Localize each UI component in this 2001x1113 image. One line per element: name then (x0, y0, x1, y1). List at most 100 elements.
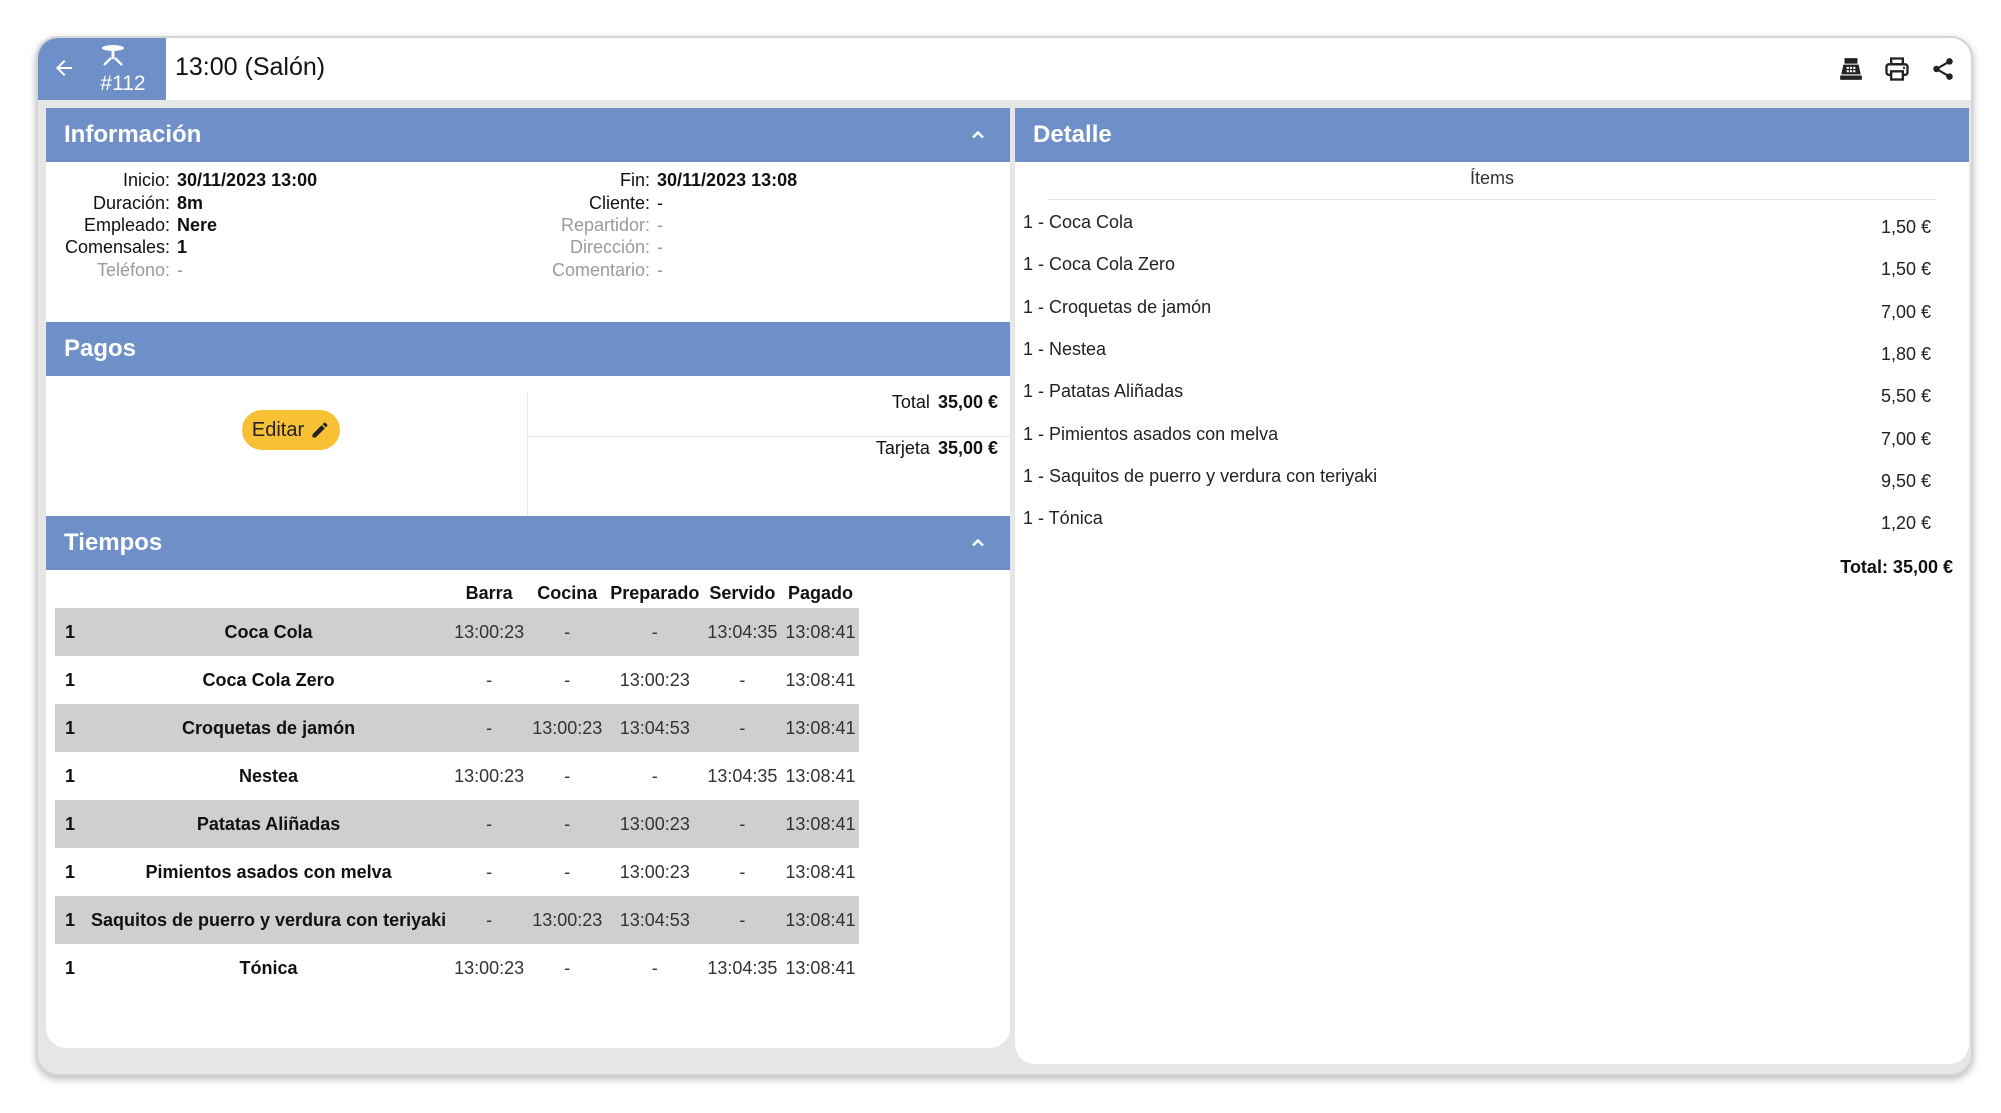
row-time: 13:04:35 (707, 765, 778, 786)
info-value: - (657, 260, 663, 280)
payment-card: Tarjeta 35,00 € (876, 438, 998, 459)
info-label: Dirección: (569, 237, 650, 257)
table-row: 1 Nestea 13:00:23 - - 13:04:35 13:08:41 (55, 752, 859, 800)
payments-section-header: Pagos (46, 322, 1010, 376)
column-header (55, 578, 87, 608)
item-name: 1 - Nestea (1023, 338, 1107, 359)
times-section-header[interactable]: Tiempos (46, 516, 1010, 570)
table-row: 1 Coca Cola 13:00:23- -13:04:35 13:08:41 (55, 608, 860, 656)
item-price: 5,50 € (1880, 386, 1931, 407)
item-name: 1 - Pimientos asados con melva (1023, 423, 1279, 444)
row-time: - (528, 800, 607, 848)
payment-card-label: Tarjeta (875, 438, 930, 458)
row-time: - (450, 704, 529, 752)
left-panel: Información Inicio: 30/11/2023 13:00 Durac… (46, 108, 1010, 1048)
info-section-header[interactable]: Información (46, 108, 1010, 162)
item-name: 1 - Coca Cola Zero (1023, 254, 1176, 275)
row-quantity: 1 (65, 861, 76, 882)
table-row: 1 Tónica 13:00:23 - - 13:04:35 13:08:41 (55, 944, 859, 992)
item-price: 9,50 € (1880, 470, 1931, 491)
top-bar: #112 13:00 (Salón) (38, 38, 1971, 100)
info-label: Fin: (619, 170, 650, 190)
item-name: 1 - Croquetas de jamón (1023, 296, 1212, 317)
row-time: - (703, 704, 782, 752)
payment-total-label: Total (891, 392, 930, 412)
row-time: - (739, 861, 746, 882)
info-label: Inicio: (122, 170, 170, 190)
table-row: 1 Saquitos de puerro y verdura con teriya… (55, 896, 860, 944)
column-header: Barra (465, 582, 513, 603)
info-label: Empleado: (83, 215, 170, 235)
table-icon (102, 45, 124, 66)
column-header: Cocina (537, 582, 598, 603)
row-quantity: 1 (55, 608, 87, 656)
row-product: Saquitos de puerro y verdura con teriyak… (87, 896, 451, 944)
row-time: - (651, 957, 658, 978)
row-time: - (703, 896, 782, 944)
detail-heading: Detalle (1033, 121, 1112, 148)
detail-total: Total: 35,00 € (1840, 557, 1953, 577)
row-time: 13:08:41 (785, 861, 856, 882)
row-time: 13:08:41 (785, 669, 856, 690)
share-icon[interactable] (1927, 53, 1959, 85)
info-label: Comensales: (64, 237, 170, 257)
row-time: 13:00:23 (606, 800, 704, 848)
chevron-up-icon[interactable] (968, 533, 988, 553)
row-time: 13:04:35 (707, 957, 778, 978)
edit-button-label: Editar (251, 418, 305, 441)
row-time: - (486, 669, 493, 690)
info-value: Nere (177, 215, 218, 235)
row-product: Coca Cola (87, 608, 451, 656)
info-label: Cliente: (588, 193, 650, 213)
info-label: Duración: (92, 193, 170, 213)
app-window: #112 13:00 (Salón) Información Inicio: 3… (36, 36, 1973, 1076)
times-heading: Tiempos (64, 529, 163, 556)
row-time: 13:04:35 (703, 608, 782, 656)
payment-card-value: 35,00 € (937, 438, 998, 458)
info-value: 30/11/2023 13:00 (177, 170, 318, 190)
table-row: 1 Pimientos asados con melva - - 13:00:23 - 13… (55, 848, 859, 896)
info-value: - (657, 237, 663, 257)
info-label: Comentario: (551, 260, 650, 280)
row-quantity: 1 (65, 765, 76, 786)
info-value: 8m (177, 193, 204, 213)
info-heading: Información (64, 121, 202, 148)
info-value: - (657, 215, 663, 235)
row-time: 13:00:23 (454, 957, 525, 978)
info-value: 30/11/2023 13:08 (657, 170, 798, 190)
row-time: - (528, 608, 607, 656)
item-name: 1 - Patatas Aliñadas (1023, 381, 1184, 402)
row-quantity: 1 (55, 704, 87, 752)
row-product: Nestea (239, 765, 299, 786)
list-item: 1 - Coca Cola Zero 1,50 € (1023, 254, 1953, 294)
row-time: 13:00:23 (619, 669, 690, 690)
list-item: 1 - Pimientos asados con melva 7,00 € (1023, 424, 1953, 464)
printer-icon[interactable] (1881, 53, 1913, 85)
back-arrow-icon[interactable] (52, 56, 76, 80)
row-time: 13:08:41 (781, 608, 860, 656)
row-time: - (564, 765, 571, 786)
payments-divider (527, 391, 528, 518)
table-number: #112 (100, 72, 146, 95)
row-time: 13:08:41 (785, 765, 856, 786)
cash-register-icon[interactable] (1835, 53, 1867, 85)
detail-section-header: Detalle (1015, 108, 1969, 162)
chevron-up-icon[interactable] (968, 125, 988, 145)
item-price: 7,00 € (1880, 428, 1931, 449)
item-price: 1,80 € (1880, 343, 1931, 364)
payment-total-value: 35,00 € (937, 392, 998, 412)
item-price: 1,20 € (1880, 513, 1931, 534)
item-price: 1,50 € (1880, 259, 1931, 280)
edit-payment-button[interactable]: Editar (242, 410, 340, 450)
row-time: - (739, 669, 746, 690)
row-time: 13:08:41 (785, 957, 856, 978)
item-price: 1,50 € (1880, 217, 1931, 237)
back-table-badge[interactable]: #112 (38, 38, 166, 100)
row-time: 13:00:23 (528, 704, 607, 752)
info-value: - (657, 193, 663, 213)
row-time: - (651, 765, 658, 786)
row-time: 13:00:23 (528, 896, 607, 944)
row-time: 13:08:41 (781, 896, 860, 944)
row-product: Pimientos asados con melva (145, 861, 392, 882)
row-time: 13:04:53 (606, 896, 704, 944)
